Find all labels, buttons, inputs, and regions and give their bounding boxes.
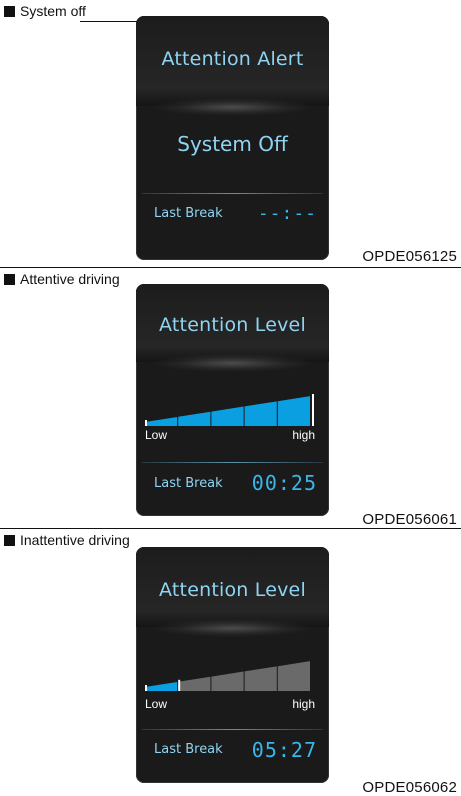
gauge-segment (244, 666, 277, 691)
cluster-screen: Attention Level Low high Last Break 00:2… (136, 284, 329, 516)
gauge-segment (277, 661, 310, 691)
screen-title: Attention Alert (161, 48, 304, 70)
separator (142, 729, 323, 730)
cluster-screen: Attention Level Low high Last Break 05:2… (136, 547, 329, 783)
square-bullet-icon (4, 273, 15, 285)
gauge-start-tick (145, 420, 147, 426)
gauge-segment (211, 406, 244, 426)
screen-title: Attention Level (159, 314, 306, 336)
last-break-value: 05:27 (251, 738, 317, 762)
figure-code: OPDE056061 (362, 511, 457, 528)
separator (142, 462, 323, 463)
gauge-segment (145, 681, 178, 691)
caption-attentive: Attentive driving (4, 271, 126, 287)
gauge-segment (145, 416, 178, 426)
gauge-level-marker (312, 394, 314, 426)
last-break-value: --:-- (257, 203, 317, 224)
gauge-segment (277, 396, 310, 426)
separator (142, 193, 323, 194)
caption-text: Inattentive driving (20, 532, 130, 548)
system-status-text: System Off (177, 132, 288, 156)
caption-text: Attentive driving (20, 271, 120, 287)
header-glow (151, 98, 314, 116)
square-bullet-icon (4, 5, 15, 17)
panel-attentive-driving: Attentive driving Attention Level Low hi… (0, 268, 461, 528)
figure-code: OPDE056062 (362, 779, 457, 796)
panel-system-off: System off Attention Alert System Off La… (0, 0, 461, 266)
last-break-label: Last Break (154, 476, 223, 491)
gauge-high-label: high (292, 428, 315, 442)
attention-level-gauge (145, 661, 310, 691)
last-break-label: Last Break (154, 742, 223, 757)
gauge-segment (178, 411, 211, 426)
gauge-high-label: high (292, 697, 315, 711)
caption-inattentive: Inattentive driving (4, 532, 136, 548)
gauge-low-label: Low (145, 697, 168, 711)
cluster-screen: Attention Alert System Off Last Break --… (136, 16, 329, 260)
gauge-segment (211, 671, 244, 691)
gauge-segment (244, 401, 277, 426)
header-glow (151, 619, 314, 637)
caption-text: System off (20, 3, 86, 19)
last-break-label: Last Break (154, 206, 223, 221)
header-glow (151, 354, 314, 372)
screen-title: Attention Level (159, 579, 306, 601)
attention-level-gauge (145, 394, 314, 426)
gauge-low-label: Low (145, 428, 168, 442)
figure-code: OPDE056125 (362, 248, 457, 265)
last-break-value: 00:25 (251, 471, 317, 495)
gauge-level-marker (178, 679, 181, 691)
square-bullet-icon (4, 534, 15, 546)
panel-inattentive-driving: Inattentive driving Attention Level Low … (0, 529, 461, 796)
gauge-start-tick (145, 685, 147, 691)
gauge-segment (178, 676, 211, 691)
caption-system-off: System off (4, 3, 92, 19)
